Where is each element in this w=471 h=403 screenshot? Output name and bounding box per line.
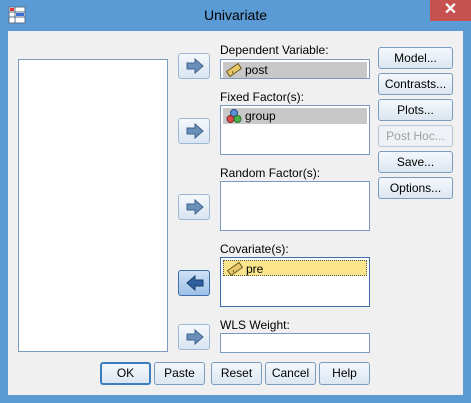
ruler-icon: [225, 62, 243, 81]
covariate-list[interactable]: pre: [220, 257, 370, 307]
random-factor-list[interactable]: [220, 181, 370, 231]
right-arrow-icon: [186, 199, 204, 215]
help-button[interactable]: Help: [319, 362, 370, 385]
title-bar[interactable]: Univariate ✕: [0, 0, 471, 31]
move-to-dependent-button[interactable]: [178, 53, 210, 79]
paste-button[interactable]: Paste: [154, 362, 205, 385]
right-arrow-icon: [186, 329, 204, 345]
close-button[interactable]: ✕: [430, 0, 471, 21]
list-item[interactable]: pre: [223, 260, 367, 277]
model-button[interactable]: Model...: [378, 47, 453, 69]
move-to-wls-weight-button[interactable]: [178, 324, 210, 350]
move-from-covariate-button[interactable]: [178, 270, 210, 296]
ok-button[interactable]: OK: [100, 362, 151, 385]
dependent-variable-item[interactable]: post: [223, 62, 367, 78]
plots-button[interactable]: Plots...: [378, 99, 453, 121]
options-button[interactable]: Options...: [378, 177, 453, 199]
save-button[interactable]: Save...: [378, 151, 453, 173]
post-hoc-button[interactable]: Post Hoc...: [378, 125, 453, 147]
nominal-circles-icon: [226, 109, 242, 127]
list-item[interactable]: group: [223, 108, 367, 124]
dialog-body: Dependent Variable: post Fixed Factor(s)…: [8, 31, 463, 395]
dependent-variable-field[interactable]: post: [220, 59, 370, 79]
fixed-factor-list[interactable]: group: [220, 105, 370, 155]
random-factor-label: Random Factor(s):: [220, 166, 321, 180]
dependent-variable-label: Dependent Variable:: [220, 43, 329, 57]
right-arrow-icon: [186, 58, 204, 74]
move-to-random-factor-button[interactable]: [178, 194, 210, 220]
fixed-factor-label: Fixed Factor(s):: [220, 90, 305, 104]
cancel-button[interactable]: Cancel: [265, 362, 316, 385]
univariate-dialog: Univariate ✕ Dependent Variable: post Fi…: [0, 0, 471, 403]
dependent-variable-value: post: [245, 63, 268, 77]
covariate-value: pre: [246, 262, 264, 276]
window-title: Univariate: [203, 7, 268, 23]
covariate-label: Covariate(s):: [220, 242, 289, 256]
variable-list[interactable]: [18, 59, 168, 352]
contrasts-button[interactable]: Contrasts...: [378, 73, 453, 95]
wls-weight-field[interactable]: [220, 333, 370, 353]
reset-button[interactable]: Reset: [211, 362, 262, 385]
left-arrow-icon: [186, 275, 204, 291]
wls-weight-label: WLS Weight:: [220, 318, 290, 332]
right-arrow-icon: [186, 123, 204, 139]
ruler-icon: [226, 261, 244, 280]
fixed-factor-value: group: [245, 109, 276, 123]
move-to-fixed-factor-button[interactable]: [178, 118, 210, 144]
